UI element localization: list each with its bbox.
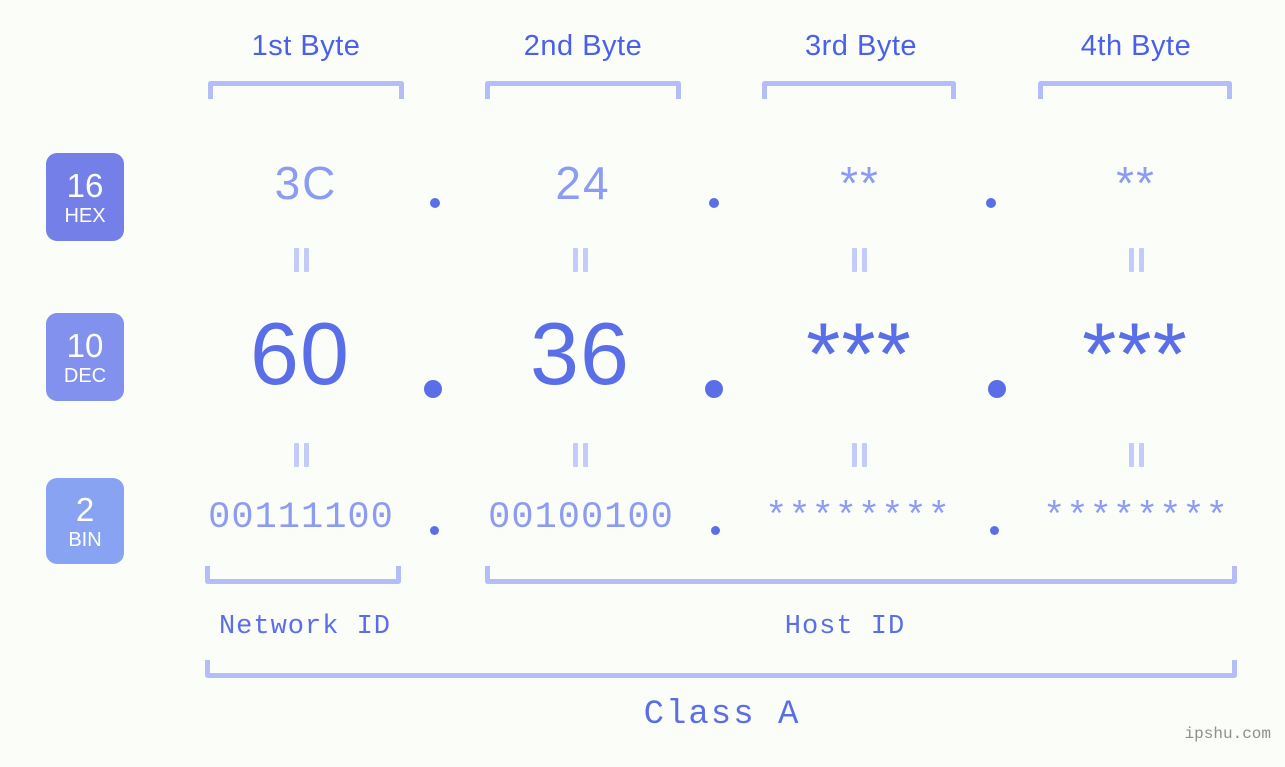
radix-badge-bin-number: 2 — [75, 490, 95, 528]
byte-header-2: 2nd Byte — [523, 30, 643, 62]
hex-byte-3-value: ** — [840, 157, 880, 209]
dec-byte-3-value: *** — [806, 304, 912, 403]
class-label: Class A — [643, 696, 801, 734]
dec-byte-2-value: 36 — [530, 304, 630, 403]
dec-separator-dot-1 — [424, 380, 442, 398]
radix-badge-dec: 10 DEC — [46, 313, 124, 401]
hex-byte-2-value: 24 — [555, 157, 611, 209]
equals-connector-dec-bin-4 — [1127, 443, 1147, 467]
radix-badge-hex-label: HEX — [64, 204, 106, 227]
bin-byte-2-value: 00100100 — [488, 497, 674, 539]
radix-badge-bin: 2 BIN — [46, 478, 124, 564]
equals-connector-hex-dec-3 — [850, 248, 870, 272]
byte-header-3: 3rd Byte — [805, 30, 917, 62]
radix-badge-dec-number: 10 — [66, 326, 104, 364]
radix-badge-bin-label: BIN — [68, 528, 102, 551]
bin-separator-dot-1 — [430, 526, 439, 535]
radix-badge-hex-number: 16 — [66, 166, 104, 204]
radix-badge-dec-label: DEC — [63, 364, 107, 387]
hex-byte-1-value: 3C — [274, 157, 338, 209]
hex-separator-dot-3 — [986, 198, 996, 208]
equals-connector-dec-bin-1 — [292, 443, 312, 467]
class-bracket — [205, 660, 1237, 678]
equals-connector-hex-dec-2 — [571, 248, 591, 272]
watermark: ipshu.com — [1184, 725, 1271, 743]
network-id-label: Network ID — [218, 612, 392, 642]
hex-separator-dot-1 — [430, 198, 440, 208]
byte-header-1: 1st Byte — [251, 30, 361, 62]
bin-separator-dot-2 — [711, 526, 720, 535]
byte-bracket-4 — [1038, 81, 1232, 99]
dec-byte-1-value: 60 — [250, 304, 350, 403]
ip-byte-breakdown-diagram: 1st Byte 2nd Byte 3rd Byte 4th Byte 16 H… — [0, 0, 1285, 767]
bin-byte-3-value: ******** — [765, 497, 951, 539]
host-id-label: Host ID — [784, 612, 906, 642]
bin-byte-4-value: ******** — [1043, 497, 1229, 539]
dec-byte-4-value: *** — [1082, 304, 1188, 403]
dec-separator-dot-3 — [988, 380, 1006, 398]
radix-badge-hex: 16 HEX — [46, 153, 124, 241]
byte-header-4: 4th Byte — [1080, 30, 1192, 62]
network-id-bracket — [205, 566, 401, 584]
equals-connector-dec-bin-3 — [850, 443, 870, 467]
equals-connector-hex-dec-4 — [1127, 248, 1147, 272]
hex-byte-4-value: ** — [1116, 157, 1156, 209]
bin-byte-1-value: 00111100 — [208, 497, 394, 539]
equals-connector-hex-dec-1 — [292, 248, 312, 272]
bin-separator-dot-3 — [990, 526, 999, 535]
dec-separator-dot-2 — [705, 380, 723, 398]
byte-bracket-2 — [485, 81, 681, 99]
byte-bracket-3 — [762, 81, 956, 99]
hex-separator-dot-2 — [709, 198, 719, 208]
equals-connector-dec-bin-2 — [571, 443, 591, 467]
host-id-bracket — [485, 566, 1237, 584]
byte-bracket-1 — [208, 81, 404, 99]
